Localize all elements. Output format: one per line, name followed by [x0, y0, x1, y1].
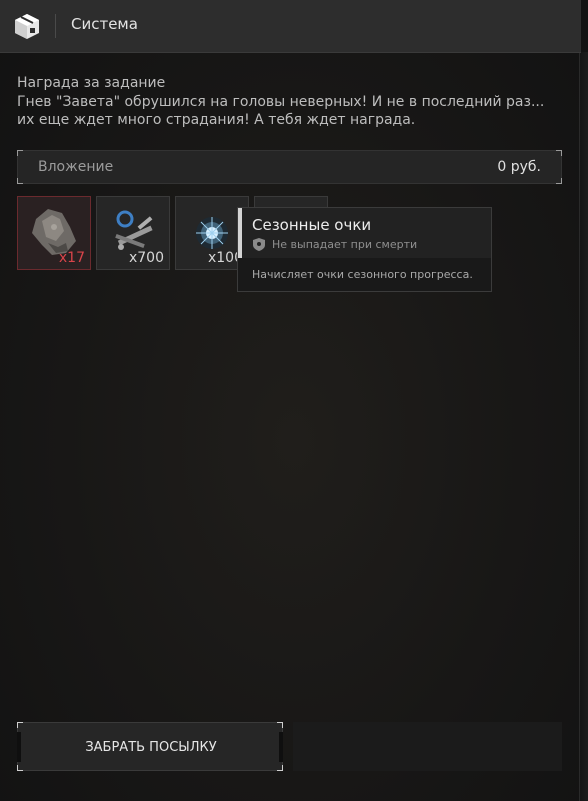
claim-parcel-button[interactable]: ЗАБРАТЬ ПОСЫЛКУ: [17, 722, 283, 771]
tooltip-description: Начисляет очки сезонного прогресса.: [252, 268, 473, 281]
item-quantity: x17: [58, 250, 85, 266]
item-quantity: x700: [128, 250, 164, 266]
quest-title: Награда за задание: [17, 75, 166, 91]
secondary-action-area: [293, 722, 562, 771]
claim-parcel-label: ЗАБРАТЬ ПОСЫЛКУ: [85, 740, 217, 755]
reward-item-slot[interactable]: x700: [96, 196, 170, 270]
parcel-box-icon: [15, 14, 39, 39]
tooltip-title: Сезонные очки: [252, 216, 372, 234]
window-title: Система: [71, 15, 138, 33]
quest-description: Гнев "Завета" обрушился на головы неверн…: [17, 93, 567, 129]
quest-description-line-2: их еще ждет много страдания! А тебя ждет…: [17, 112, 416, 128]
window-scroll-edge: [579, 52, 588, 801]
item-tooltip: Сезонные очки Не выпадает при смерти Нач…: [237, 207, 492, 292]
quest-description-line-1: Гнев "Завета" обрушился на головы неверн…: [17, 94, 545, 110]
tooltip-accent-bar: [238, 208, 242, 258]
tooltip-tag: Не выпадает при смерти: [272, 238, 418, 251]
shield-icon: [253, 238, 265, 251]
system-window: Система Награда за задание Гнев "Завета"…: [0, 0, 588, 801]
title-separator: [55, 14, 56, 38]
reward-item-slot[interactable]: x17: [17, 196, 91, 270]
attachment-label: Вложение: [38, 159, 114, 175]
titlebar: Система: [0, 0, 581, 53]
attachment-bar: Вложение 0 руб.: [17, 150, 562, 184]
attachment-value: 0 руб.: [497, 159, 541, 175]
